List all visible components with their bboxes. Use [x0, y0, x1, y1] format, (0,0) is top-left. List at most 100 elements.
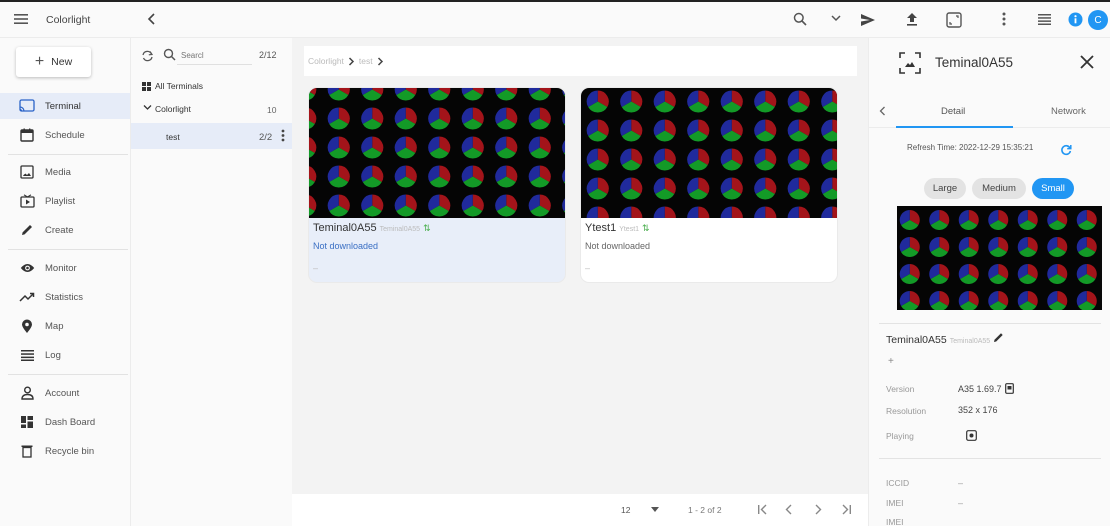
log-icon — [19, 347, 35, 363]
playlist-icon — [19, 193, 35, 209]
app-title: Colorlight — [46, 14, 91, 26]
detail-terminal-name: Teminal0A55 Teminal0A55 — [886, 332, 1004, 346]
terminal-search-input[interactable] — [177, 47, 252, 65]
person-icon — [19, 385, 35, 401]
tab-detail[interactable]: Detail — [941, 106, 965, 117]
grid-icon — [142, 81, 151, 91]
nav-item-log[interactable]: Log — [0, 342, 130, 368]
nav-item-playlist[interactable]: Playlist — [0, 188, 130, 214]
nav-item-map[interactable]: Map — [0, 313, 130, 339]
avatar[interactable]: C — [1088, 10, 1108, 30]
chevron-left-icon[interactable] — [147, 13, 157, 25]
nav-item-recycle-bin[interactable]: Recycle bin — [0, 438, 130, 464]
screen-icon — [899, 52, 921, 74]
terminal-card[interactable]: Ytest1 Ytest1 ⇅ Not downloaded – — [581, 88, 837, 282]
image-icon — [19, 164, 35, 180]
refresh-icon[interactable] — [141, 50, 154, 62]
search-icon[interactable] — [163, 48, 176, 61]
field-value: – — [958, 478, 964, 488]
search-icon[interactable] — [793, 12, 807, 26]
nav-item-account[interactable]: Account — [0, 380, 130, 406]
send-icon[interactable] — [860, 13, 876, 27]
pencil-icon — [19, 222, 35, 238]
nav-divider — [8, 374, 128, 375]
pencil-icon[interactable] — [993, 332, 1004, 343]
refresh-icon[interactable] — [1060, 144, 1072, 156]
eye-icon — [19, 260, 35, 276]
screen-icon[interactable] — [946, 12, 962, 28]
pagination-bar: 12 1 - 2 of 2 — [292, 494, 868, 526]
first-page-icon[interactable] — [757, 504, 768, 515]
list-icon[interactable] — [1038, 13, 1051, 25]
sync-icon: ⇅ — [642, 223, 650, 233]
chevron-left-icon[interactable] — [879, 106, 886, 116]
all-terminals-item[interactable]: All Terminals — [142, 81, 203, 91]
playing-icon[interactable] — [966, 430, 977, 441]
active-tab-indicator — [896, 126, 1013, 128]
caret-down-icon[interactable] — [651, 507, 659, 512]
next-page-icon[interactable] — [814, 504, 822, 515]
upload-icon[interactable] — [906, 12, 918, 27]
tree-group-colorlight[interactable]: Colorlight 10 — [131, 98, 293, 120]
nav-divider — [8, 154, 128, 155]
cast-icon — [19, 98, 35, 114]
breadcrumb-item[interactable]: Colorlight — [308, 56, 344, 66]
field-label: Playing — [886, 431, 914, 441]
field-value: – — [958, 498, 964, 508]
nav-item-schedule[interactable]: Schedule — [0, 122, 130, 148]
trash-icon — [19, 443, 35, 459]
close-icon[interactable] — [1079, 54, 1095, 70]
chevron-right-icon — [377, 56, 384, 66]
nav-item-create[interactable]: Create — [0, 217, 130, 243]
breadcrumb-item[interactable]: test — [359, 56, 373, 66]
sd-card-icon[interactable] — [1004, 383, 1014, 394]
size-large-button[interactable]: Large — [924, 178, 966, 199]
trend-icon — [19, 289, 35, 305]
terminal-detail-panel: Teminal0A55 Detail Network Refresh Time:… — [868, 38, 1110, 526]
add-tag-button[interactable]: + — [888, 356, 894, 367]
top-bar: Colorlight C — [0, 0, 1110, 38]
field-label: Resolution — [886, 406, 927, 416]
terminal-preview-thumbnail — [309, 88, 565, 218]
tree-item-test[interactable]: test 2/2 — [131, 123, 293, 149]
chevron-down-icon[interactable] — [143, 104, 152, 111]
size-medium-button[interactable]: Medium — [972, 178, 1026, 199]
more-vertical-icon[interactable] — [1002, 12, 1006, 26]
card-extra: – — [585, 263, 591, 273]
detail-title: Teminal0A55 — [935, 55, 1014, 70]
nav-item-monitor[interactable]: Monitor — [0, 255, 130, 281]
download-status: Not downloaded — [585, 241, 651, 251]
selection-count: 2/12 — [259, 50, 277, 60]
prev-page-icon[interactable] — [785, 504, 793, 515]
nav-item-media[interactable]: Media — [0, 159, 130, 185]
field-value: 352 x 176 — [958, 405, 998, 415]
menu-icon[interactable] — [14, 13, 28, 25]
field-label: IMEI — [886, 498, 904, 508]
card-extra: – — [313, 263, 319, 273]
page-size-select[interactable]: 12 — [621, 505, 630, 515]
tab-network[interactable]: Network — [1051, 106, 1086, 117]
nav-item-statistics[interactable]: Statistics — [0, 284, 130, 310]
more-vertical-icon[interactable] — [281, 129, 285, 142]
chevron-down-icon[interactable] — [831, 14, 841, 22]
nav-item-terminal[interactable]: Terminal — [0, 93, 130, 119]
terminal-card[interactable]: Teminal0A55 Teminal0A55 ⇅ Not downloaded… — [309, 88, 565, 282]
dashboard-icon — [19, 414, 35, 430]
chevron-right-icon — [348, 56, 355, 66]
calendar-icon — [19, 127, 35, 143]
refresh-time: Refresh Time: 2022-12-29 15:35:21 — [907, 143, 1034, 152]
nav-item-dashboard[interactable]: Dash Board — [0, 409, 130, 435]
info-icon[interactable] — [1068, 12, 1083, 27]
plus-icon: + — [34, 53, 45, 70]
page-range: 1 - 2 of 2 — [688, 505, 722, 515]
field-label: Version — [886, 384, 915, 394]
new-button[interactable]: + New — [16, 47, 91, 77]
map-pin-icon — [19, 318, 35, 334]
field-label: ICCID — [886, 478, 910, 488]
field-label: IMEI — [886, 517, 904, 526]
breadcrumb: Colorlight test — [304, 46, 857, 76]
main-content: Colorlight test Teminal0A55 Teminal0A55 … — [292, 38, 868, 526]
size-small-button[interactable]: Small — [1032, 178, 1074, 199]
detail-preview-thumbnail — [897, 206, 1102, 310]
last-page-icon[interactable] — [841, 504, 852, 515]
